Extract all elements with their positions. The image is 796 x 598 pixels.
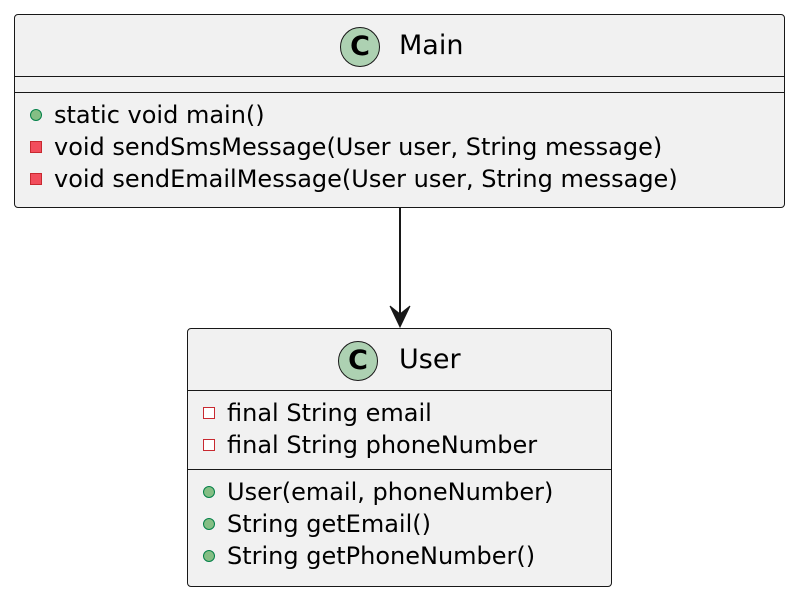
- method-signature: void sendEmailMessage(User user, String …: [54, 165, 678, 193]
- class-name: Main: [399, 30, 464, 61]
- field-declaration: final String email: [227, 399, 432, 427]
- method-row: void sendEmailMessage(User user, String …: [15, 163, 784, 195]
- method-row: void sendSmsMessage(User user, String me…: [15, 131, 784, 163]
- methods-compartment: User(email, phoneNumber) String getEmail…: [188, 470, 611, 580]
- class-user[interactable]: C User final String email final String p…: [187, 328, 612, 587]
- fields-compartment: [15, 77, 784, 93]
- method-row: User(email, phoneNumber): [188, 476, 611, 508]
- public-method-icon: [203, 518, 215, 530]
- class-user-header: C User: [188, 329, 611, 391]
- class-badge-icon: C: [338, 341, 378, 381]
- class-main[interactable]: C Main static void main() void sendSmsMe…: [14, 14, 785, 208]
- class-main-header: C Main: [15, 15, 784, 77]
- fields-compartment: final String email final String phoneNum…: [188, 391, 611, 470]
- methods-compartment: static void main() void sendSmsMessage(U…: [15, 93, 784, 203]
- public-method-icon: [203, 550, 215, 562]
- method-signature: String getPhoneNumber(): [227, 542, 536, 570]
- method-signature: void sendSmsMessage(User user, String me…: [54, 133, 663, 161]
- method-signature: static void main(): [54, 101, 265, 129]
- method-row: static void main(): [15, 99, 784, 131]
- private-method-icon: [30, 173, 42, 185]
- method-row: String getPhoneNumber(): [188, 540, 611, 572]
- method-signature: User(email, phoneNumber): [227, 478, 554, 506]
- public-method-icon: [30, 109, 42, 121]
- private-method-icon: [30, 141, 42, 153]
- class-badge-icon: C: [340, 27, 380, 67]
- method-row: String getEmail(): [188, 508, 611, 540]
- method-signature: String getEmail(): [227, 510, 431, 538]
- class-name: User: [399, 344, 461, 375]
- private-field-icon: [203, 439, 215, 451]
- field-declaration: final String phoneNumber: [227, 431, 538, 459]
- field-row: final String phoneNumber: [188, 429, 611, 461]
- public-method-icon: [203, 486, 215, 498]
- private-field-icon: [203, 407, 215, 419]
- field-row: final String email: [188, 397, 611, 429]
